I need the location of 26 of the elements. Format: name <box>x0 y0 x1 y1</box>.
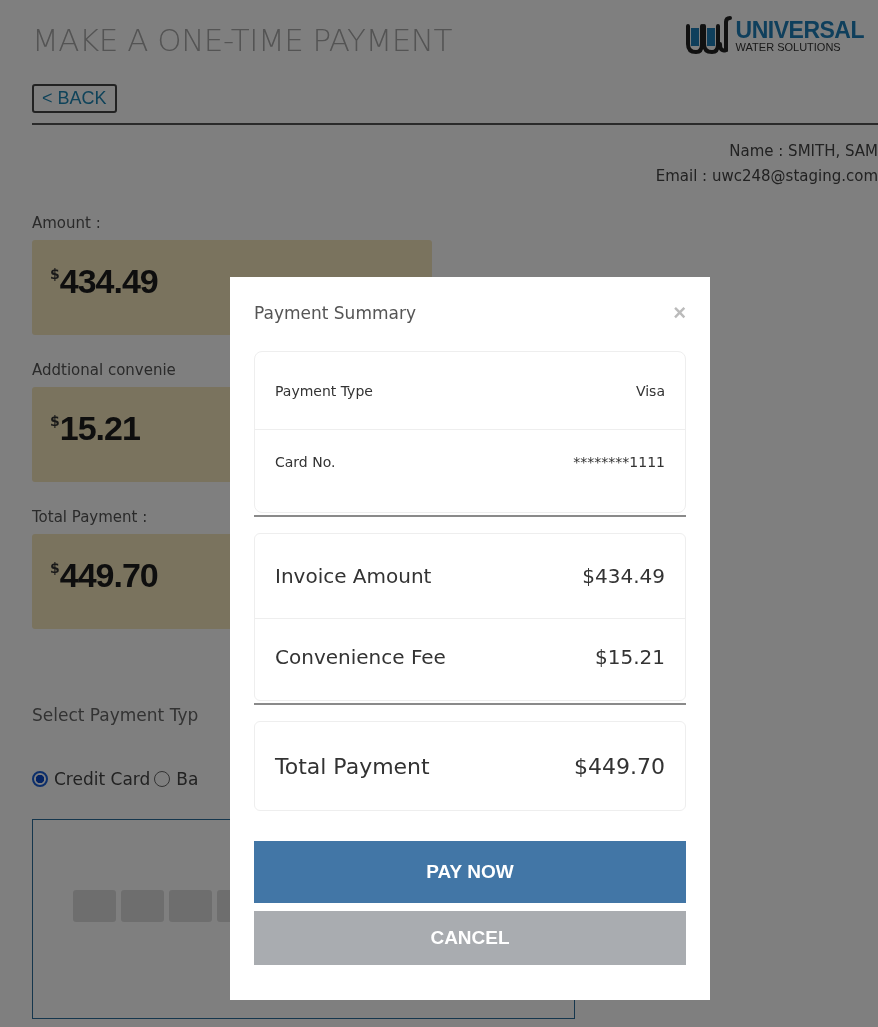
logo-tagline: WATER SOLUTIONS <box>735 42 842 53</box>
summary-value: $15.21 <box>595 645 665 669</box>
summary-value: ********1111 <box>573 454 665 470</box>
summary-value: Visa <box>635 382 665 399</box>
field-label: Addtional convenie <box>32 361 177 379</box>
cancel-button[interactable]: CANCEL <box>254 911 686 965</box>
pay-now-button[interactable]: PAY NOW <box>254 841 686 903</box>
summary-value: $434.49 <box>582 564 665 588</box>
summary-label: Card No. <box>275 454 336 470</box>
logo-name: UNIVERSAL <box>735 19 864 42</box>
logo-icon <box>683 16 732 56</box>
field-label: Total Payment : <box>32 508 149 526</box>
dialog-title: Payment Summary <box>254 303 416 323</box>
radio-label[interactable]: Credit Card <box>54 769 151 789</box>
summary-value: $449.70 <box>574 753 665 779</box>
radio-label[interactable]: Ba <box>176 769 199 789</box>
summary-label: Invoice Amount <box>275 564 432 588</box>
back-button[interactable]: < BACK <box>32 84 117 113</box>
summary-label: Total Payment <box>275 753 430 779</box>
radio-button[interactable] <box>154 771 171 787</box>
payment-type-label: Select Payment Typ <box>32 705 200 725</box>
radio-button[interactable] <box>32 771 48 787</box>
customer-name: Name : SMITH, SAM <box>728 141 878 162</box>
field-label: Amount : <box>32 214 102 232</box>
customer-email: Email : uwc248@staging.com <box>654 166 878 187</box>
summary-label: Convenience Fee <box>275 645 446 669</box>
